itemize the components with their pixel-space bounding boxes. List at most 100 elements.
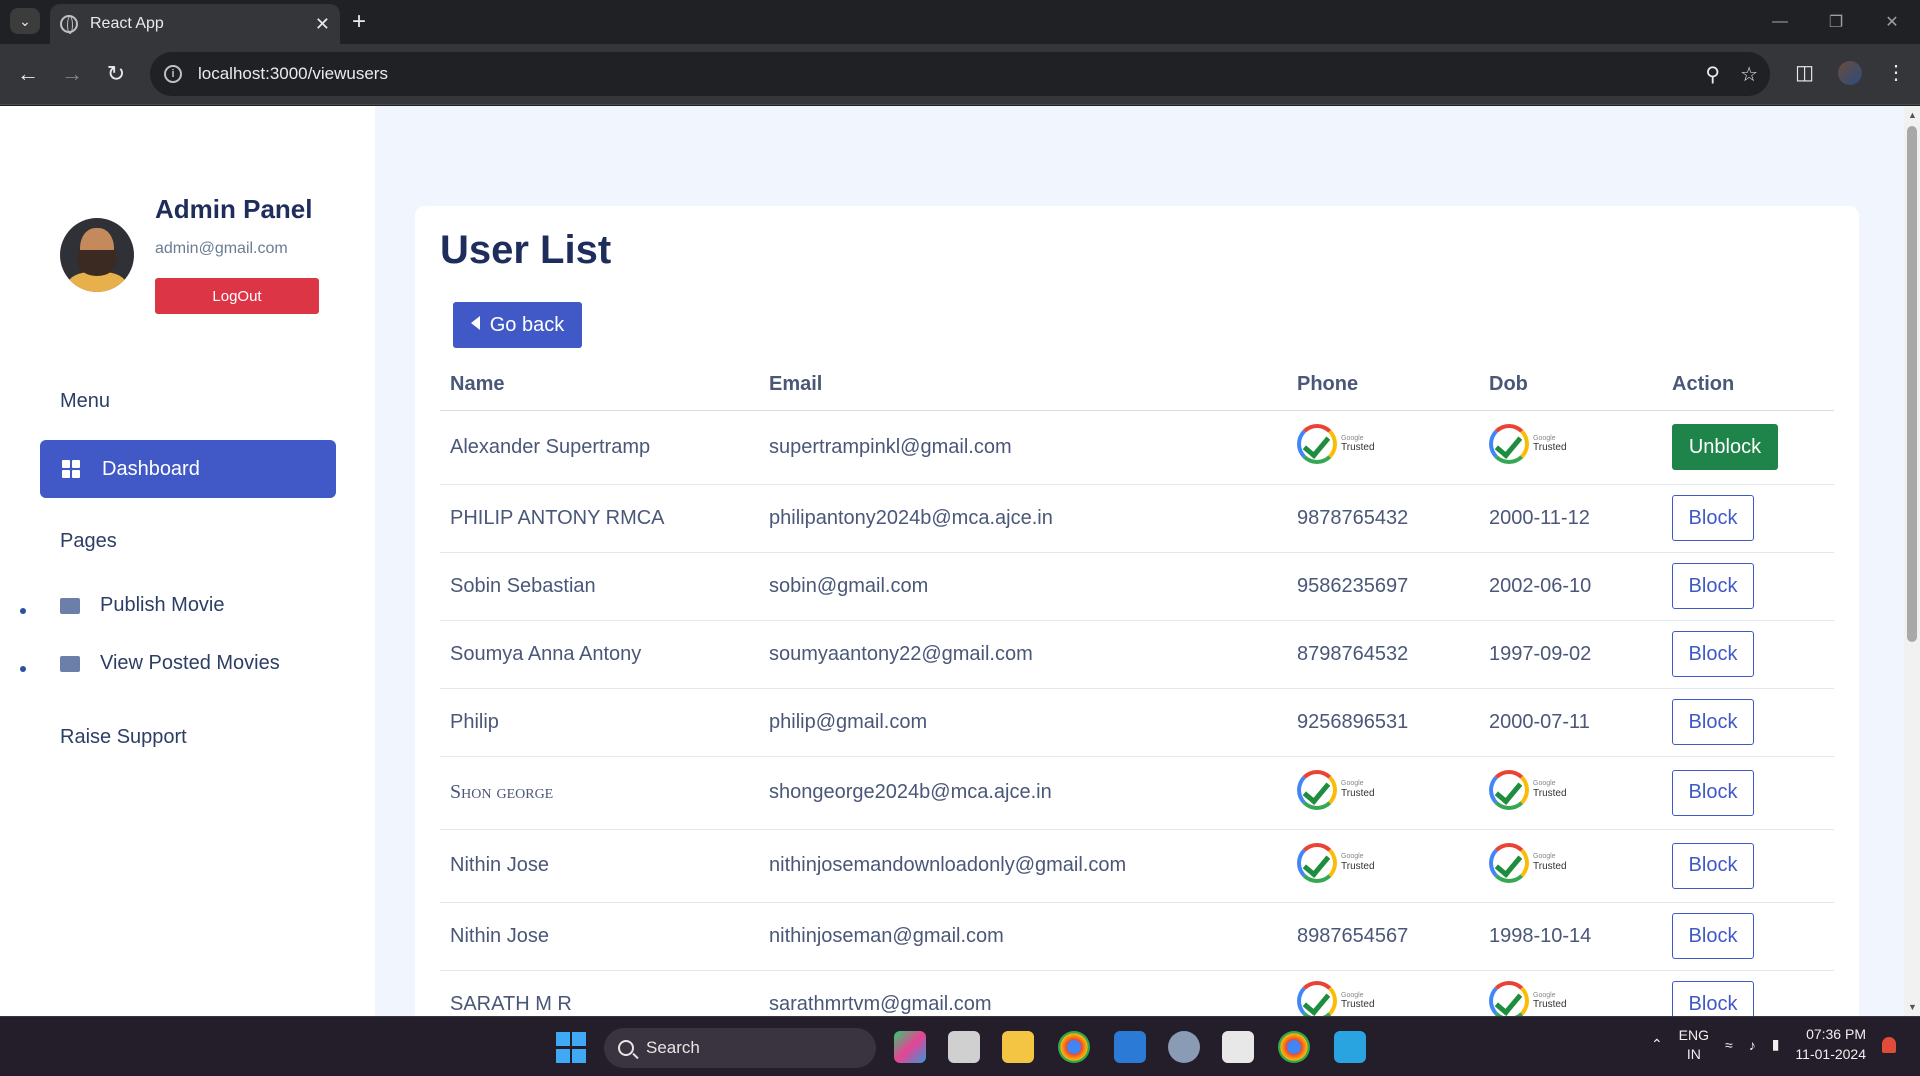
table-row: Alexander Supertramp supertrampinkl@gmail… xyxy=(440,410,1834,485)
url-text[interactable]: localhost:3000/viewusers xyxy=(198,64,388,84)
language-indicator[interactable]: ENG IN xyxy=(1679,1026,1709,1062)
more-menu-icon[interactable]: ⋮ xyxy=(1886,60,1906,85)
column-header-email: Email xyxy=(759,360,1287,411)
chrome-icon[interactable] xyxy=(1058,1031,1090,1063)
menu-section-label: Menu xyxy=(60,390,111,412)
minimize-icon[interactable]: — xyxy=(1752,0,1808,44)
sidebar-item-label: Dashboard xyxy=(102,457,200,480)
sidebar-item-view-posted-movies[interactable]: View Posted Movies xyxy=(60,652,280,675)
user-phone: 9586235697 xyxy=(1287,552,1479,621)
task-view-icon[interactable] xyxy=(948,1031,980,1063)
google-trusted-badge-icon: Google Trusted xyxy=(1297,769,1375,810)
notepad-icon[interactable] xyxy=(1334,1031,1366,1063)
browser-tab-bar: ⌄ React App ✕ + — ❐ ✕ xyxy=(0,0,1920,44)
user-phone: 8798764532 xyxy=(1287,620,1479,689)
reload-icon[interactable]: ↻ xyxy=(100,58,132,90)
wifi-icon[interactable]: ≈ xyxy=(1725,1037,1733,1053)
vscode-icon[interactable] xyxy=(1114,1031,1146,1063)
user-name: Philip xyxy=(440,688,759,757)
battery-icon[interactable]: ▮ xyxy=(1772,1036,1780,1053)
show-hidden-icons-icon[interactable]: ⌃ xyxy=(1651,1036,1663,1053)
block-button[interactable]: Block xyxy=(1672,769,1754,816)
user-name: Shon george xyxy=(440,756,759,830)
file-explorer-icon[interactable] xyxy=(1002,1031,1034,1063)
close-window-icon[interactable]: ✕ xyxy=(1864,0,1920,44)
user-dob: Google Trusted xyxy=(1479,410,1662,485)
windows-start-icon[interactable] xyxy=(556,1032,588,1064)
block-button[interactable]: Block xyxy=(1672,981,1754,1016)
sidebar-item-label: View Posted Movies xyxy=(100,652,280,674)
notification-bell-icon[interactable] xyxy=(1882,1036,1896,1053)
logout-button[interactable]: LogOut xyxy=(155,278,319,314)
sidebar-item-label: Publish Movie xyxy=(100,594,225,616)
back-icon[interactable]: ← xyxy=(12,58,44,90)
caret-left-icon xyxy=(470,316,480,330)
tab-search-icon[interactable]: ⌄ xyxy=(10,8,40,34)
copilot-icon[interactable] xyxy=(894,1031,926,1063)
scroll-up-icon[interactable]: ▲ xyxy=(1908,110,1917,120)
google-trusted-badge-icon: Google Trusted xyxy=(1489,424,1567,464)
chrome-profile-icon[interactable] xyxy=(1278,1031,1310,1063)
user-table-body: Alexander Supertramp supertrampinkl@gmail… xyxy=(440,410,1834,1016)
language-label: ENG xyxy=(1678,1027,1710,1044)
go-back-button[interactable]: Go back xyxy=(453,302,582,348)
key-icon[interactable]: ⚲ xyxy=(1705,62,1720,87)
block-button[interactable]: Block xyxy=(1672,563,1754,609)
user-phone: 9256896531 xyxy=(1287,688,1479,757)
page-scrollbar[interactable]: ▲ ▼ xyxy=(1904,106,1920,1016)
sidebar-item-publish-movie[interactable]: Publish Movie xyxy=(60,594,225,617)
block-button[interactable]: Block xyxy=(1672,699,1754,745)
scroll-down-icon[interactable]: ▼ xyxy=(1908,1002,1917,1012)
admin-email: admin@gmail.com xyxy=(155,240,288,257)
google-trusted-badge-icon: Google Trusted xyxy=(1297,424,1375,464)
column-header-action: Action xyxy=(1662,360,1834,411)
tab-title: React App xyxy=(90,15,164,32)
site-info-icon[interactable]: i xyxy=(164,65,182,83)
user-email: nithinjosemandownloadonly@gmail.com xyxy=(759,829,1287,903)
admin-panel-title: Admin Panel xyxy=(155,194,313,224)
column-header-dob: Dob xyxy=(1479,360,1662,411)
user-dob: 2000-11-12 xyxy=(1479,484,1662,553)
sidebar-item-dashboard[interactable]: Dashboard xyxy=(40,440,336,498)
bookmark-star-icon[interactable]: ☆ xyxy=(1740,62,1758,87)
go-back-label: Go back xyxy=(489,313,565,336)
settings-gear-icon[interactable] xyxy=(1168,1031,1200,1063)
browser-tab[interactable]: React App ✕ xyxy=(50,4,340,44)
user-phone: Google Trusted xyxy=(1287,970,1479,1016)
user-dob: 2000-07-11 xyxy=(1479,688,1662,757)
avatar xyxy=(60,218,134,292)
block-button[interactable]: Block xyxy=(1672,913,1754,959)
forward-icon[interactable]: → xyxy=(56,58,88,90)
block-button[interactable]: Block xyxy=(1672,842,1754,889)
block-button[interactable]: Block xyxy=(1672,495,1754,541)
block-button[interactable]: Block xyxy=(1672,631,1754,677)
clock[interactable]: 07:36 PM 11-01-2024 xyxy=(1795,1025,1866,1064)
snipping-tool-icon[interactable] xyxy=(1222,1031,1254,1063)
close-tab-icon[interactable]: ✕ xyxy=(315,14,330,35)
user-email: supertrampinkl@gmail.com xyxy=(759,410,1287,485)
unblock-button[interactable]: Unblock xyxy=(1672,424,1778,470)
profile-avatar-icon[interactable] xyxy=(1838,60,1862,85)
restore-icon[interactable]: ❐ xyxy=(1808,0,1864,44)
user-email: shongeorge2024b@mca.ajce.in xyxy=(759,756,1287,830)
user-phone: 8987654567 xyxy=(1287,902,1479,971)
new-tab-icon[interactable]: + xyxy=(352,8,366,36)
table-header-row: Name Email Phone Dob Action xyxy=(440,360,1834,411)
user-action: Block xyxy=(1662,620,1834,689)
sidebar-item-raise-support[interactable]: Raise Support xyxy=(60,726,187,749)
user-action: Block xyxy=(1662,552,1834,621)
address-bar[interactable]: i localhost:3000/viewusers ⚲ ☆ xyxy=(150,52,1770,96)
taskbar-search[interactable]: Search xyxy=(604,1028,876,1068)
table-row: Shon george shongeorge2024b@mca.ajce.in Go… xyxy=(440,756,1834,830)
basket-icon xyxy=(60,655,80,672)
user-phone: Google Trusted xyxy=(1287,756,1479,830)
scrollbar-thumb[interactable] xyxy=(1907,126,1917,642)
volume-icon[interactable]: ♪ xyxy=(1749,1037,1756,1053)
side-panel-icon[interactable]: ◫ xyxy=(1795,60,1814,85)
user-name: PHILIP ANTONY RMCA xyxy=(440,484,759,553)
user-name: Nithin Jose xyxy=(440,829,759,903)
user-name: Alexander Supertramp xyxy=(440,410,759,485)
user-action: Block xyxy=(1662,829,1834,903)
user-email: philip@gmail.com xyxy=(759,688,1287,757)
user-phone: Google Trusted xyxy=(1287,410,1479,485)
